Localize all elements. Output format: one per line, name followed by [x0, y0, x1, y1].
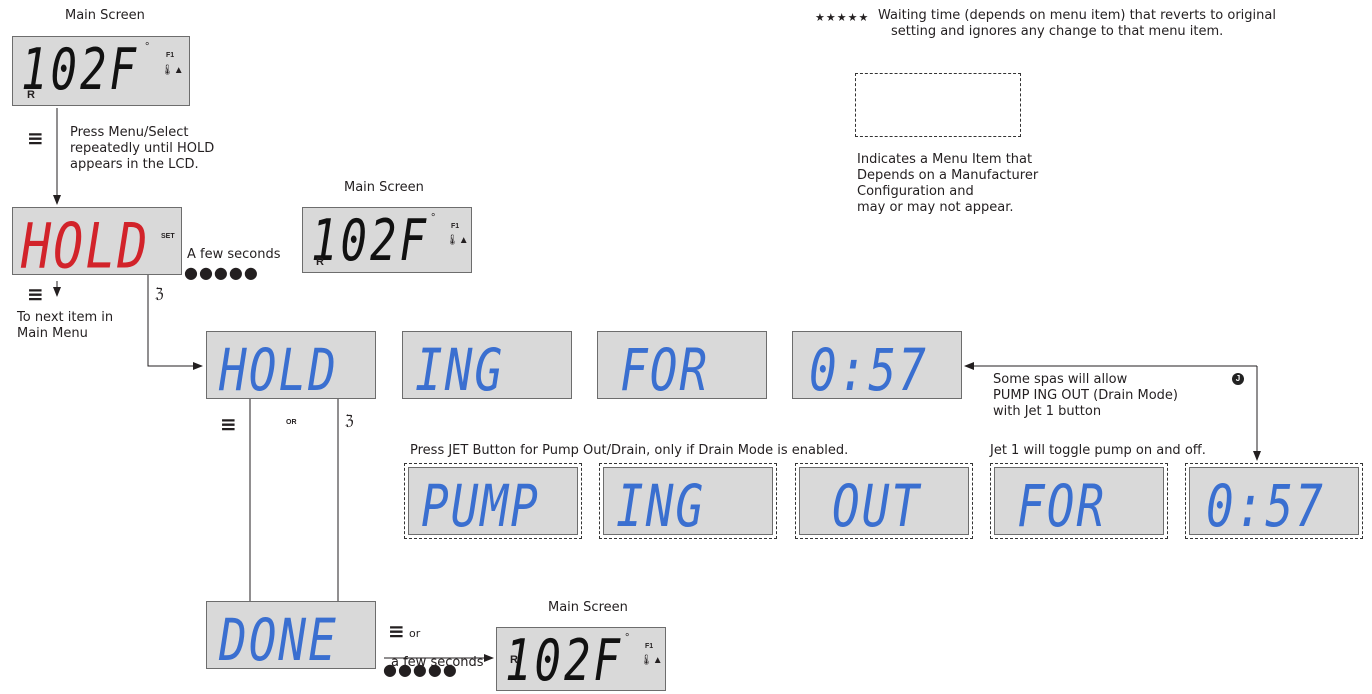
menu-icon: ≡	[220, 412, 237, 436]
to-next-line-2: Main Menu	[17, 326, 88, 341]
main-screen-label-2: Main Screen	[344, 180, 424, 195]
lcd-hold-text: HOLD	[219, 336, 338, 404]
to-next-line-1: To next item in	[17, 310, 114, 325]
menu-icon: ≡	[388, 619, 405, 643]
lcd-time-2: 0:57	[1185, 463, 1363, 540]
legend-dep-line-1: Indicates a Menu Item that	[857, 152, 1033, 167]
jet-icon: ℨ	[155, 286, 164, 302]
lcd-out: OUT	[795, 463, 973, 540]
f1-indicator: F1	[645, 643, 654, 650]
lcd-done: DONE	[206, 601, 376, 674]
lcd-ing-2: ING	[599, 463, 777, 540]
lcd-hold-red-text: HOLD	[21, 210, 150, 283]
lcd-done-text: DONE	[219, 606, 338, 674]
legend-dep-line-3: Configuration and	[857, 184, 974, 199]
a-few-seconds-label: A few seconds	[187, 247, 281, 262]
press-menu-line-2: repeatedly until HOLD	[70, 141, 215, 156]
lcd-main-screen-3: 102F ° F1 🌡▲ R	[496, 627, 666, 694]
r-indicator: R	[27, 89, 35, 101]
main-screen-label-1: Main Screen	[65, 8, 145, 23]
legend-dep-line-4: may or may not appear.	[857, 200, 1014, 215]
lcd-pump: PUMP	[404, 463, 582, 540]
f1-indicator: F1	[451, 223, 460, 230]
jet-badge-icon: J	[1232, 373, 1244, 385]
lcd-ing-2-text: ING	[616, 472, 706, 540]
lcd-pump-text: PUMP	[421, 472, 540, 540]
lcd-temp: 102F	[311, 208, 429, 275]
or-small-label: OR	[286, 419, 297, 426]
lcd-temp: 102F	[505, 628, 623, 694]
legend-dashed-box	[855, 73, 1021, 137]
lcd-hold: HOLD	[206, 331, 376, 404]
lcd-for-text: FOR	[620, 336, 710, 404]
jet-icon: ℨ	[345, 413, 354, 429]
legend-dep-line-2: Depends on a Manufacturer	[857, 168, 1039, 183]
legend-wait-line-2: setting and ignores any change to that m…	[891, 24, 1224, 39]
some-spas-line-3: with Jet 1 button	[993, 404, 1102, 419]
menu-icon: ≡	[27, 282, 44, 306]
press-jet-label: Press JET Button for Pump Out/Drain, onl…	[410, 443, 849, 458]
waiting-dots-2: ●●●●●	[383, 660, 458, 679]
press-menu-line-3: appears in the LCD.	[70, 157, 199, 172]
lcd-time-text: 0:57	[809, 336, 928, 404]
lcd-for-2-text: FOR	[1017, 472, 1107, 540]
lcd-ing-text: ING	[415, 336, 505, 404]
some-spas-line-1: Some spas will allow	[993, 372, 1128, 387]
or-label: or	[409, 627, 421, 640]
thermometer-icon: 🌡▲	[446, 235, 469, 246]
lcd-main-screen-1: 102F ° F1 🌡▲ R	[12, 36, 190, 106]
r-indicator: R	[316, 256, 324, 268]
legend-wait-line-1: Waiting time (depends on menu item) that…	[878, 8, 1276, 23]
legend-stars: ★★★★★	[815, 11, 870, 24]
degree-mark: °	[145, 41, 150, 53]
thermometer-icon: 🌡▲	[640, 655, 663, 666]
lcd-ing: ING	[402, 331, 572, 404]
waiting-dots-1: ●●●●●	[184, 263, 259, 282]
r-indicator: R	[510, 654, 518, 666]
jet1-toggle-label: Jet 1 will toggle pump on and off.	[990, 443, 1206, 458]
lcd-main-screen-2: 102F ° F1 🌡▲ R	[302, 207, 472, 275]
lcd-for: FOR	[597, 331, 767, 404]
main-screen-label-3: Main Screen	[548, 600, 628, 615]
degree-mark: °	[431, 212, 436, 224]
menu-icon: ≡	[27, 126, 44, 150]
lcd-for-2: FOR	[990, 463, 1168, 540]
thermometer-icon: 🌡▲	[161, 65, 184, 76]
lcd-temp: 102F	[21, 37, 139, 104]
lcd-time-2-text: 0:57	[1206, 472, 1325, 540]
degree-mark: °	[625, 632, 630, 644]
f1-indicator: F1	[166, 52, 175, 59]
set-indicator: SET	[161, 233, 175, 240]
lcd-out-text: OUT	[832, 472, 922, 540]
lcd-hold-red: HOLD SET	[12, 207, 182, 283]
lcd-time: 0:57	[792, 331, 962, 404]
some-spas-line-2: PUMP ING OUT (Drain Mode)	[993, 388, 1178, 403]
press-menu-line-1: Press Menu/Select	[70, 125, 189, 140]
